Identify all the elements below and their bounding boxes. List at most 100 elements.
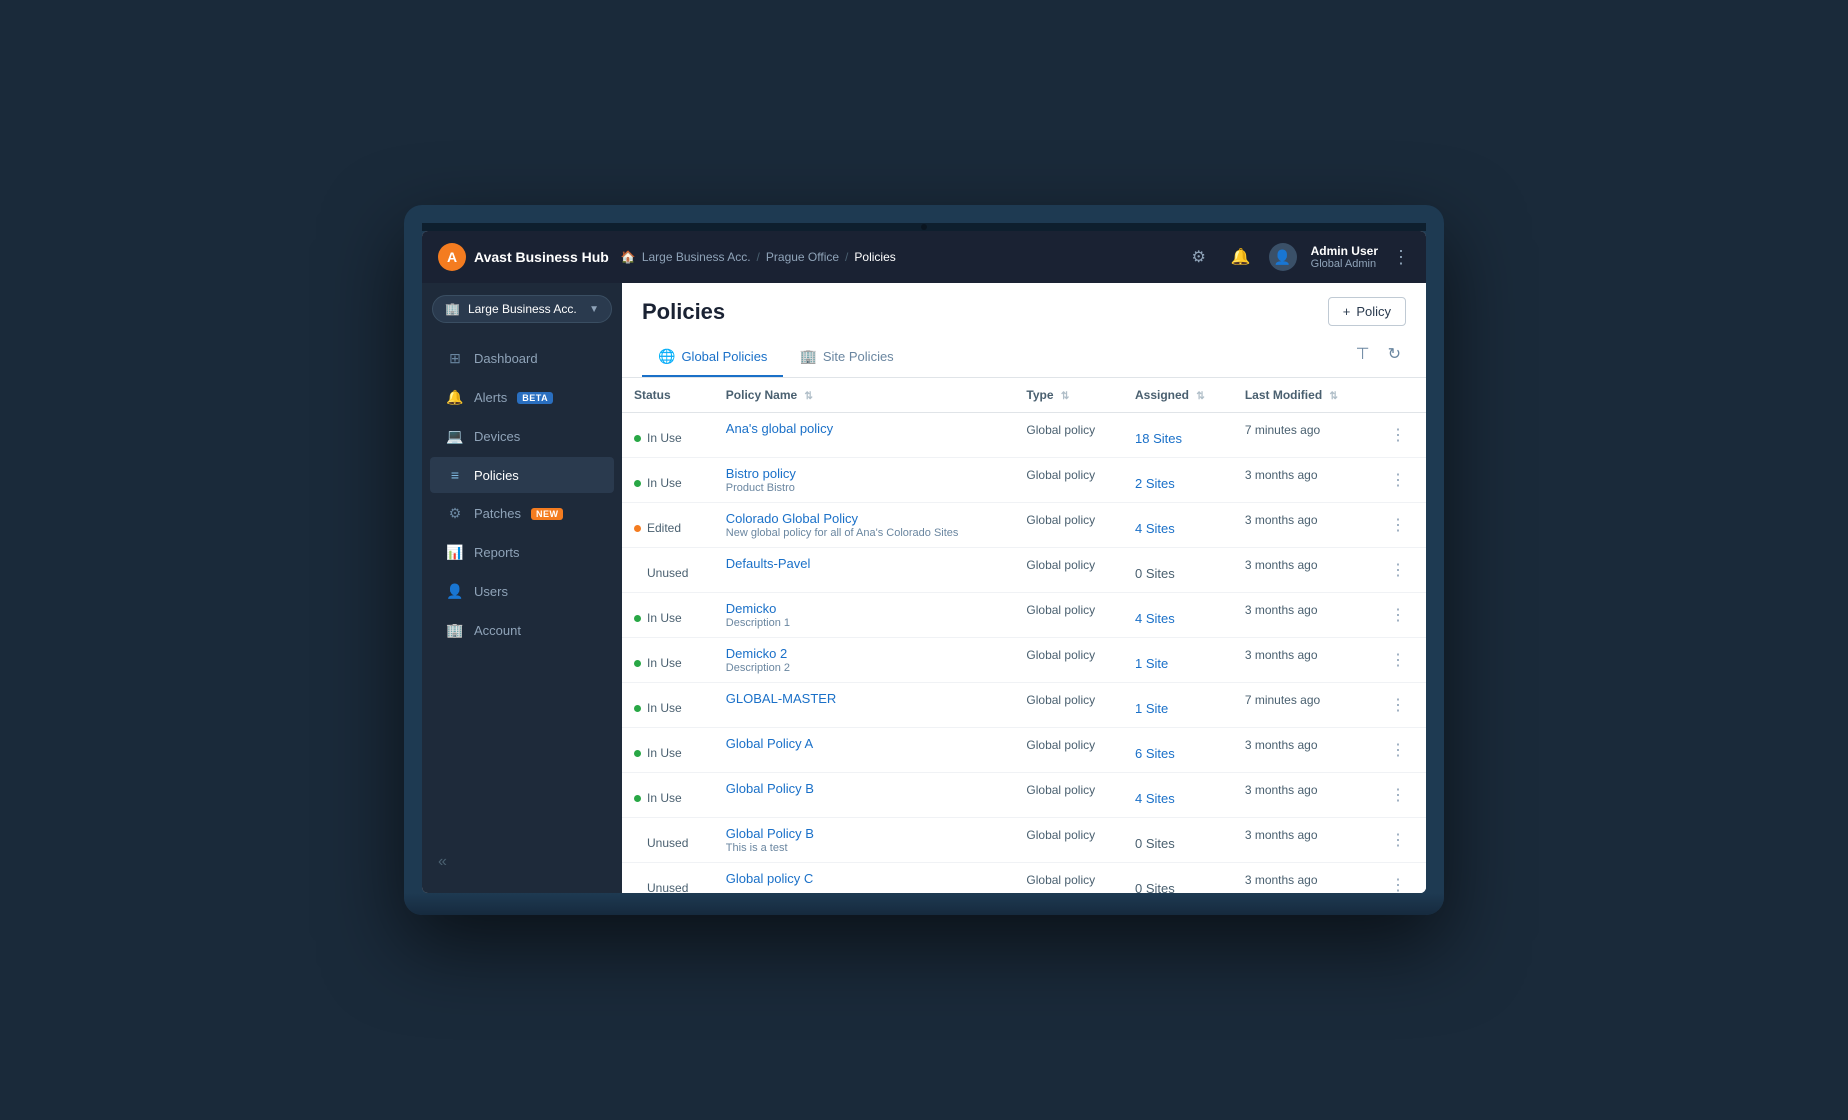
policy-description: Product Bistro [726, 482, 1003, 494]
sidebar-item-alerts[interactable]: 🔔 Alerts BETA [430, 379, 614, 416]
status-text: In Use [647, 611, 682, 625]
assigned-link[interactable]: 1 Site [1135, 691, 1221, 716]
global-policies-icon: 🌐 [658, 348, 675, 365]
tab-global-policies[interactable]: 🌐 Global Policies [642, 338, 783, 377]
col-assigned[interactable]: Assigned ⇅ [1123, 378, 1233, 413]
last-modified-cell: 7 minutes ago [1233, 683, 1370, 728]
sidebar-item-reports[interactable]: 📊 Reports [430, 534, 614, 571]
assigned-link[interactable]: 4 Sites [1135, 601, 1221, 626]
refresh-icon[interactable]: ↻ [1383, 341, 1406, 367]
assigned-cell: 1 Site [1123, 638, 1233, 683]
row-actions-cell: ⋮ [1370, 638, 1426, 683]
tab-site-policies[interactable]: 🏢 Site Policies [783, 338, 909, 377]
account-nav-icon: 🏢 [446, 622, 464, 639]
type-cell: Global policy [1014, 773, 1123, 818]
topbar-menu-icon[interactable]: ⋮ [1392, 247, 1410, 268]
policy-name-link[interactable]: Defaults-Pavel [726, 556, 1003, 571]
status-text: In Use [647, 701, 682, 715]
row-actions-cell: ⋮ [1370, 818, 1426, 863]
status-dot [634, 570, 641, 577]
table-header: Status Policy Name ⇅ Type ⇅ [622, 378, 1426, 413]
policy-name-cell: Global Policy B [714, 773, 1015, 818]
policy-name-link[interactable]: GLOBAL-MASTER [726, 691, 1003, 706]
col-policy-name[interactable]: Policy Name ⇅ [714, 378, 1015, 413]
row-menu-button[interactable]: ⋮ [1382, 691, 1414, 719]
assigned-cell: 2 Sites [1123, 458, 1233, 503]
last-modified-cell: 3 months ago [1233, 593, 1370, 638]
assigned-link[interactable]: 18 Sites [1135, 421, 1221, 446]
policy-name-link[interactable]: Bistro policy [726, 466, 1003, 481]
type-cell: Global policy [1014, 728, 1123, 773]
status-text: In Use [647, 656, 682, 670]
sidebar-item-users[interactable]: 👤 Users [430, 573, 614, 610]
sort-icon: ⇅ [1196, 391, 1204, 402]
assigned-cell: 4 Sites [1123, 503, 1233, 548]
status-text: In Use [647, 476, 682, 490]
row-menu-button[interactable]: ⋮ [1382, 511, 1414, 539]
settings-icon[interactable]: ⚙ [1185, 243, 1213, 271]
account-selector[interactable]: 🏢 Large Business Acc. ▼ [432, 295, 612, 323]
breadcrumb-item-2[interactable]: Prague Office [766, 250, 839, 264]
status-cell: In Use [622, 683, 714, 728]
assigned-cell: 4 Sites [1123, 593, 1233, 638]
sidebar-collapse-btn[interactable]: « [422, 843, 622, 881]
filter-icon[interactable]: ⊤ [1351, 341, 1375, 367]
add-policy-button[interactable]: + Policy [1328, 297, 1406, 326]
sidebar: 🏢 Large Business Acc. ▼ ⊞ Dashboard 🔔 Al… [422, 283, 622, 893]
status-dot [634, 615, 641, 622]
policy-description: New global policy for all of Ana's Color… [726, 527, 1003, 539]
notifications-icon[interactable]: 🔔 [1227, 243, 1255, 271]
row-menu-button[interactable]: ⋮ [1382, 736, 1414, 764]
breadcrumb-item-1[interactable]: Large Business Acc. [642, 250, 751, 264]
table-row: In UseBistro policyProduct BistroGlobal … [622, 458, 1426, 503]
policy-name-link[interactable]: Ana's global policy [726, 421, 1003, 436]
policy-name-link[interactable]: Demicko 2 [726, 646, 1003, 661]
policy-name-link[interactable]: Colorado Global Policy [726, 511, 1003, 526]
last-modified-cell: 3 months ago [1233, 503, 1370, 548]
home-icon: 🏠 [621, 250, 636, 264]
status-cell: In Use [622, 593, 714, 638]
assigned-link[interactable]: 4 Sites [1135, 511, 1221, 536]
col-last-modified[interactable]: Last Modified ⇅ [1233, 378, 1370, 413]
policy-name-link[interactable]: Global policy C [726, 871, 1003, 886]
row-menu-button[interactable]: ⋮ [1382, 601, 1414, 629]
assigned-link[interactable]: 4 Sites [1135, 781, 1221, 806]
status-text: In Use [647, 791, 682, 805]
sidebar-item-label: Account [474, 623, 521, 638]
row-menu-button[interactable]: ⋮ [1382, 781, 1414, 809]
status-text: Unused [647, 881, 688, 893]
policy-name-link[interactable]: Global Policy B [726, 781, 1003, 796]
row-menu-button[interactable]: ⋮ [1382, 466, 1414, 494]
patches-icon: ⚙ [446, 505, 464, 522]
assigned-link[interactable]: 6 Sites [1135, 736, 1221, 761]
table-row: In Use GLOBAL-MASTER Global policy 1 Site 7 … [622, 683, 1426, 728]
new-badge: NEW [531, 508, 564, 520]
status-cell: In Use [622, 638, 714, 683]
users-icon: 👤 [446, 583, 464, 600]
table-row: UnusedGlobal Policy BThis is a testGloba… [622, 818, 1426, 863]
sidebar-item-label: Reports [474, 545, 520, 560]
row-menu-button[interactable]: ⋮ [1382, 421, 1414, 449]
assigned-link[interactable]: 1 Site [1135, 646, 1221, 671]
sidebar-item-devices[interactable]: 💻 Devices [430, 418, 614, 455]
sidebar-item-policies[interactable]: ≡ Policies [430, 457, 614, 493]
last-modified-cell: 3 months ago [1233, 458, 1370, 503]
row-menu-button[interactable]: ⋮ [1382, 556, 1414, 584]
row-actions-cell: ⋮ [1370, 863, 1426, 894]
policy-name-link[interactable]: Global Policy A [726, 736, 1003, 751]
status-dot [634, 705, 641, 712]
type-cell: Global policy [1014, 683, 1123, 728]
sidebar-item-account[interactable]: 🏢 Account [430, 612, 614, 649]
table-row: In UseDemicko 2Description 2Global polic… [622, 638, 1426, 683]
assigned-cell: 0 Sites [1123, 818, 1233, 863]
assigned-link[interactable]: 2 Sites [1135, 466, 1221, 491]
row-menu-button[interactable]: ⋮ [1382, 826, 1414, 854]
sidebar-item-dashboard[interactable]: ⊞ Dashboard [430, 340, 614, 377]
status-cell: In Use [622, 773, 714, 818]
row-menu-button[interactable]: ⋮ [1382, 646, 1414, 674]
sidebar-item-patches[interactable]: ⚙ Patches NEW [430, 495, 614, 532]
policy-name-link[interactable]: Global Policy B [726, 826, 1003, 841]
col-type[interactable]: Type ⇅ [1014, 378, 1123, 413]
row-menu-button[interactable]: ⋮ [1382, 871, 1414, 893]
policy-name-link[interactable]: Demicko [726, 601, 1003, 616]
